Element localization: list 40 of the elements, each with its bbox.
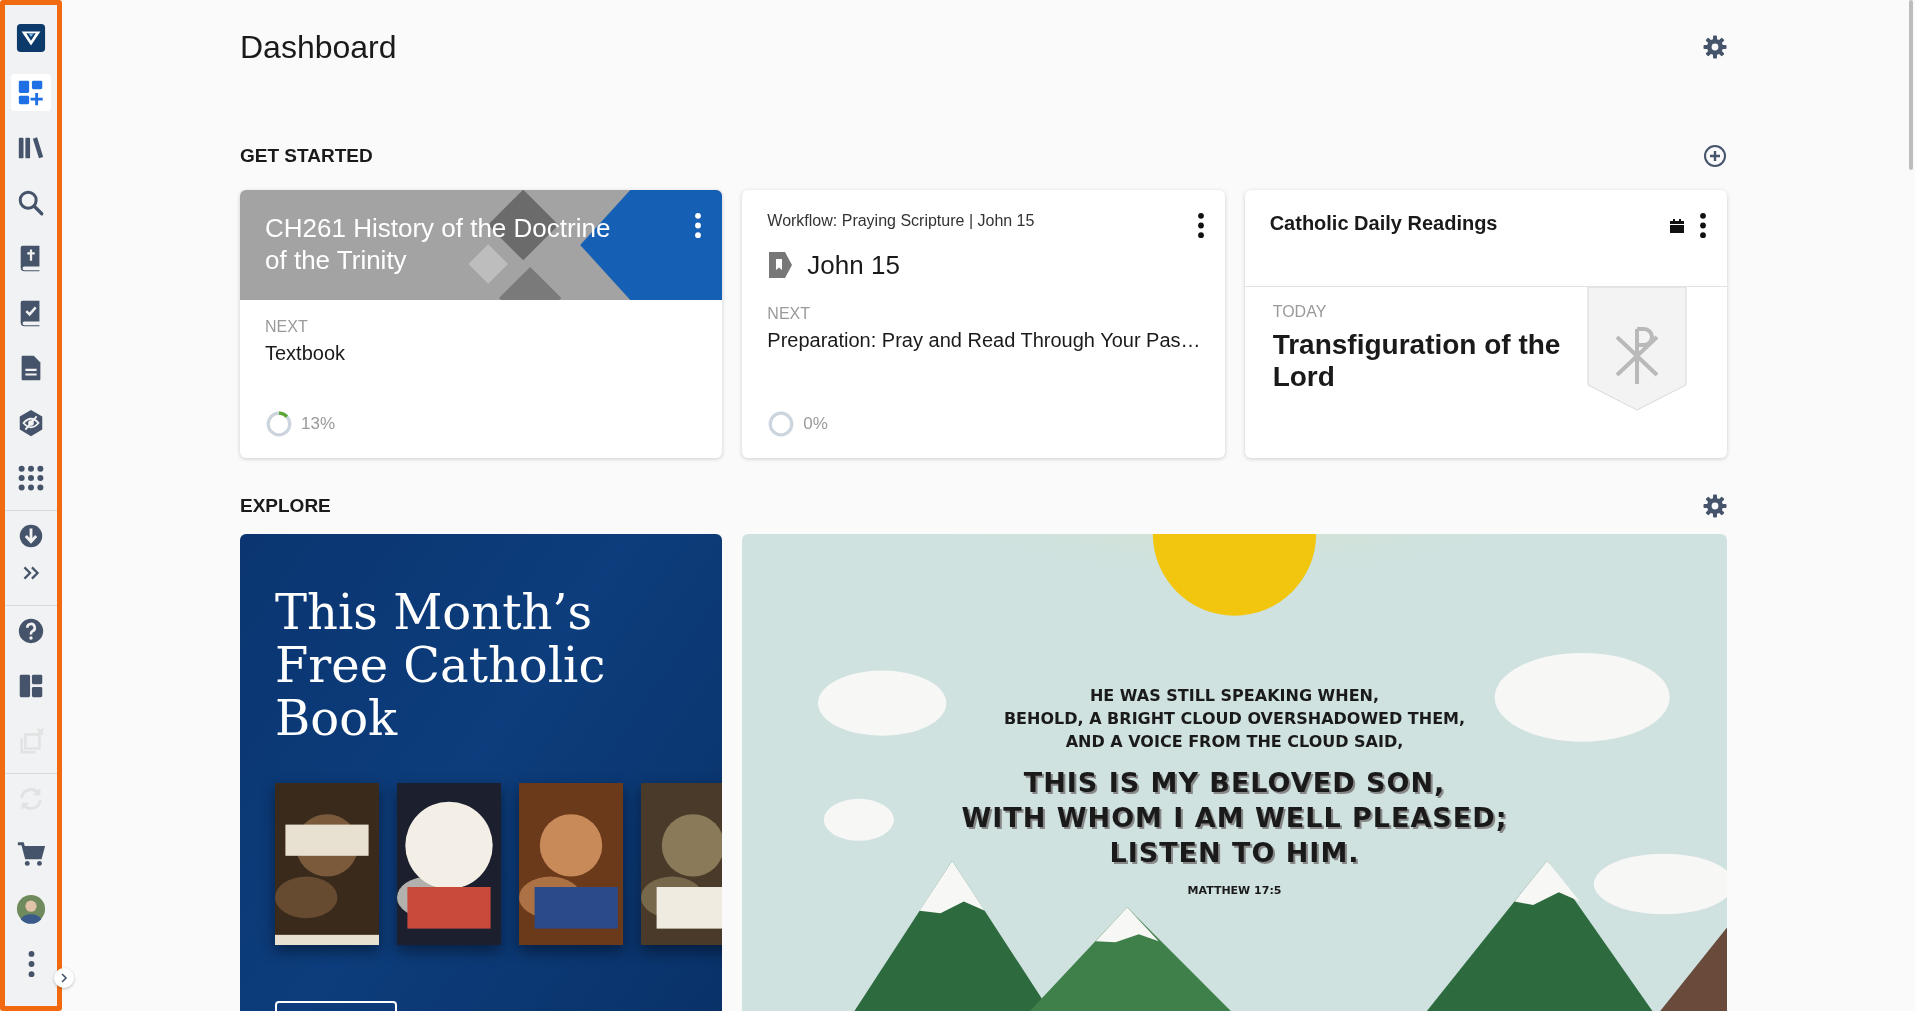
promo-title: This Month’s Free Catholic Book [275, 586, 607, 745]
verse-quote: THIS IS MY BELOVED SON, WITH WHOM I AM WELL PLEASED; LISTEN TO HIM. [961, 766, 1508, 870]
verse-reference: MATTHEW 17:5 [1187, 884, 1282, 897]
more-icon[interactable] [694, 212, 703, 239]
scrollbar[interactable] [1909, 0, 1913, 170]
progress-percent: 13% [301, 414, 336, 434]
more-icon[interactable] [1699, 212, 1707, 239]
add-icon[interactable] [1703, 144, 1727, 168]
today-label: TODAY [1272, 303, 1328, 321]
settings-icon[interactable] [1703, 494, 1727, 518]
chevron-icon [59, 973, 69, 983]
section-title: EXPLORE [240, 495, 331, 517]
logo-icon [16, 22, 46, 53]
readings-card[interactable]: Catholic Daily Readings TODAY Transfiguration of the Lord [1244, 190, 1727, 458]
settings-icon[interactable] [1703, 35, 1727, 59]
progress-percent: 0% [803, 414, 828, 434]
section-title: GET STARTED [240, 145, 373, 167]
next-label: NEXT [265, 318, 309, 336]
progress-ring [265, 410, 293, 438]
chi-rho-shield-icon [1587, 287, 1687, 411]
promo-card[interactable]: This Month’s Free Catholic Book [240, 534, 722, 1011]
more-icon [26, 948, 36, 979]
next-item[interactable]: Textbook [265, 342, 698, 365]
feast-title[interactable]: Transfiguration of the Lord [1272, 329, 1573, 393]
verse-card[interactable]: HE WAS STILL SPEAKING WHEN, BEHOLD, A BRIGHT CLOUD OVERSHADOWED THEM, AND A VOICE FROM THE CLOUD SAID, THIS IS MY BELOVED SON, WITH WHOM I AM WELL PLEASED; LISTEN TO HIM. MATTHEW 17:5 [742, 534, 1727, 1011]
more-icon[interactable] [1196, 212, 1205, 239]
dashboard-button[interactable] [11, 74, 51, 111]
workflow-title[interactable]: John 15 [807, 249, 900, 281]
verse-intro: HE WAS STILL SPEAKING WHEN, BEHOLD, A BRIGHT CLOUD OVERSHADOWED THEM, AND A VOICE FROM THE CLOUD SAID, [1003, 685, 1466, 753]
workflow-card[interactable]: Workflow: Praying Scripture | John 15 John 15 NEXT Preparation: Pray and Read Through Your Pas… 0% [742, 190, 1225, 458]
progress-ring [767, 410, 796, 438]
workflow-subtitle: Workflow: Praying Scripture | John 15 [767, 212, 1035, 231]
bookmark-tag-icon [767, 249, 794, 281]
readings-title: Catholic Daily Readings [1269, 212, 1498, 235]
next-item[interactable]: Preparation: Pray and Read Through Your Pas… [767, 329, 1200, 352]
expand-sidebar-button[interactable] [54, 968, 74, 988]
calendar-icon[interactable] [1669, 217, 1685, 234]
next-label: NEXT [767, 305, 811, 323]
page-title: Dashboard [240, 28, 397, 66]
avatar-icon [16, 893, 46, 924]
